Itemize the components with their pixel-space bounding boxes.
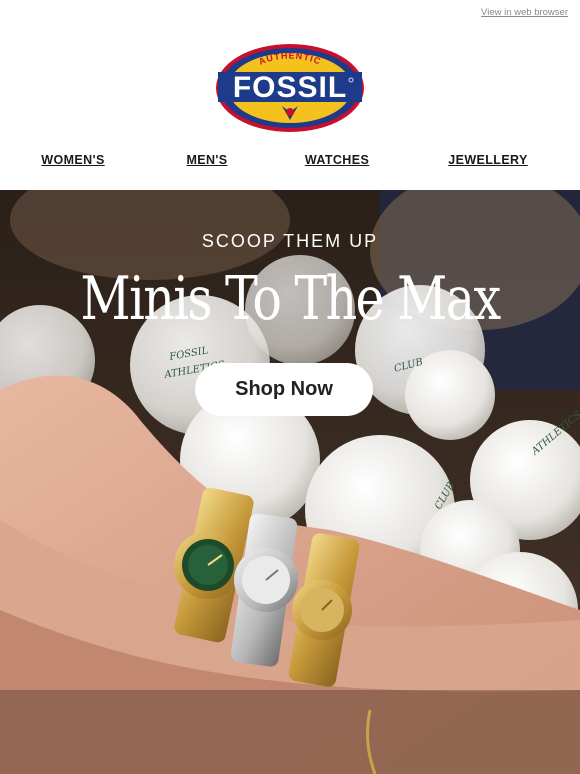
- fossil-logo[interactable]: AUTHENTIC FOSSIL: [0, 42, 580, 134]
- shop-now-button[interactable]: Shop Now: [195, 363, 373, 416]
- main-nav: WOMEN'S MEN'S WATCHES JEWELLERY: [0, 153, 580, 171]
- fossil-logo-icon: AUTHENTIC FOSSIL: [216, 44, 364, 132]
- hero-headline: Minis To The Max: [80, 264, 501, 334]
- nav-item-watches[interactable]: WATCHES: [305, 153, 369, 167]
- nav-item-womens[interactable]: WOMEN'S: [41, 153, 104, 167]
- hero-eyebrow: SCOOP THEM UP: [201, 231, 379, 251]
- top-bar: View in web browser: [0, 0, 580, 26]
- view-in-browser-link[interactable]: View in web browser: [481, 7, 568, 18]
- nav-item-mens[interactable]: MEN'S: [186, 153, 227, 167]
- logo-brand-text: FOSSIL: [233, 71, 347, 104]
- nav-item-jewellery[interactable]: JEWELLERY: [448, 153, 528, 167]
